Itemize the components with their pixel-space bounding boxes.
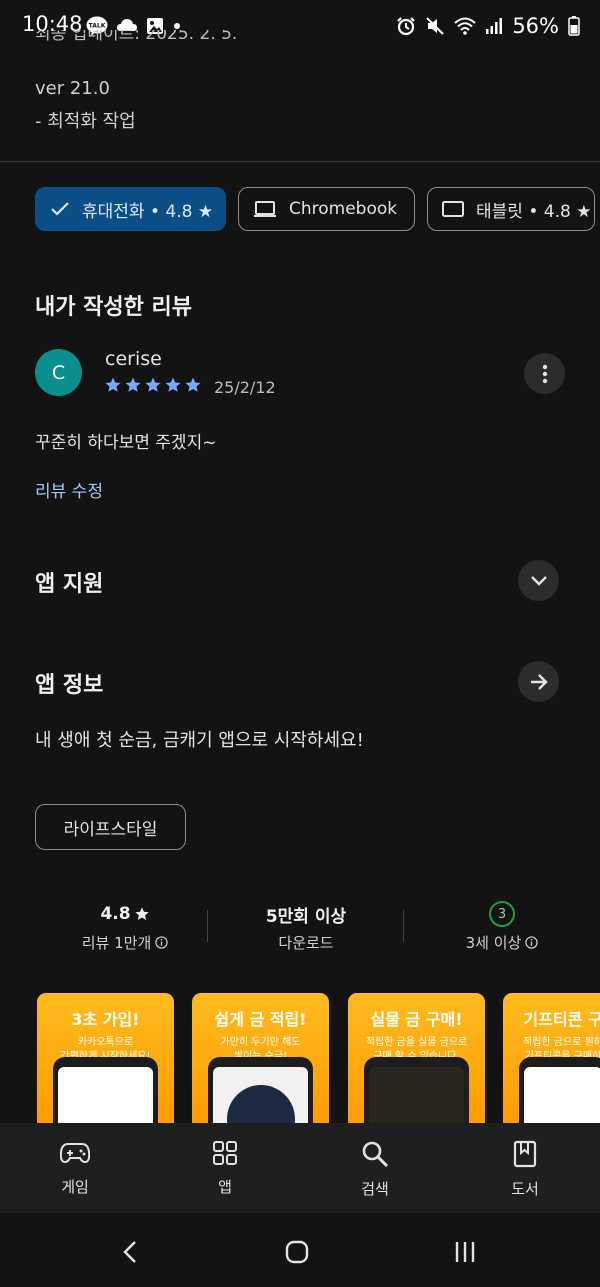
app-info-arrow-button[interactable] bbox=[518, 661, 559, 702]
star-icon bbox=[185, 377, 201, 392]
star-icon bbox=[105, 377, 121, 392]
star-icon bbox=[145, 377, 161, 392]
apps-grid-icon bbox=[213, 1141, 237, 1165]
stat-divider bbox=[207, 910, 208, 942]
phone-mockup bbox=[519, 1057, 600, 1133]
nav-games[interactable]: 게임 bbox=[35, 1140, 115, 1197]
screenshot-3[interactable]: 실물 금 구매! 적립한 금을 실물 금으로구매 할 수 있습니다. bbox=[348, 993, 485, 1133]
review-text: 꾸준히 하다보면 주겠지~ bbox=[35, 433, 217, 453]
app-info-title[interactable]: 앱 정보 bbox=[35, 667, 103, 699]
nav-books[interactable]: 도서 bbox=[485, 1140, 565, 1199]
screenshot-caption: 가만히 두기만 해도 bbox=[220, 1037, 301, 1048]
gamepad-icon bbox=[59, 1143, 91, 1164]
battery-icon bbox=[568, 16, 580, 36]
chip-chromebook-label: Chromebook bbox=[289, 199, 398, 219]
last-updated-line: 최종 업데이트: 2025. 2. 5. bbox=[35, 30, 237, 46]
system-navigation-bar bbox=[0, 1213, 600, 1287]
screenshot-1[interactable]: 3초 가입! 카카오톡으로간편하게 시작하세요! bbox=[37, 993, 174, 1133]
category-tag-lifestyle[interactable]: 라이프스타일 bbox=[35, 804, 186, 850]
app-support-expand-button[interactable] bbox=[518, 560, 559, 601]
screenshot-title: 3초 가입! bbox=[71, 1010, 140, 1029]
screenshot-2[interactable]: 쉽게 금 적립! 가만히 두기만 해도쌓이는 순금! bbox=[192, 993, 329, 1133]
review-stars bbox=[104, 376, 202, 394]
search-icon bbox=[362, 1141, 389, 1168]
app-support-title[interactable]: 앱 지원 bbox=[35, 566, 103, 598]
review-more-button[interactable] bbox=[524, 353, 565, 394]
screenshot-title: 실물 금 구매! bbox=[370, 1010, 463, 1029]
avatar: C bbox=[35, 349, 82, 396]
version-text: ver 21.0 bbox=[35, 78, 110, 99]
stat-rating[interactable]: 4.8 리뷰 1만개 bbox=[45, 900, 205, 953]
nav-search-label: 검색 bbox=[361, 1180, 389, 1198]
edit-review-link[interactable]: 리뷰 수정 bbox=[35, 477, 103, 502]
mute-icon bbox=[426, 17, 445, 35]
nav-books-label: 도서 bbox=[511, 1180, 539, 1198]
last-updated-text: 최종 업데이트: 2025. 2. 5. bbox=[35, 30, 238, 44]
wifi-icon bbox=[454, 17, 476, 35]
home-icon[interactable] bbox=[285, 1240, 309, 1264]
review-username: cerise bbox=[105, 348, 162, 370]
review-date: 25/2/12 bbox=[214, 378, 276, 397]
rating-label: 리뷰 1만개 bbox=[81, 934, 152, 952]
screenshot-title: 쉽게 금 적립! bbox=[214, 1010, 307, 1029]
screenshot-caption: 카카오톡으로 bbox=[77, 1037, 134, 1048]
chip-chromebook[interactable]: Chromebook bbox=[238, 187, 415, 231]
downloads-value: 5만회 이상 bbox=[265, 906, 347, 927]
age-rating-badge: 3 bbox=[489, 901, 515, 927]
nav-search[interactable]: 검색 bbox=[335, 1140, 415, 1199]
downloads-label: 다운로드 bbox=[278, 934, 334, 952]
tablet-icon bbox=[442, 200, 464, 218]
info-icon bbox=[155, 936, 168, 949]
update-note: - 최적화 작업 bbox=[35, 111, 136, 132]
section-divider bbox=[0, 161, 600, 162]
my-review-title: 내가 작성한 리뷰 bbox=[35, 295, 192, 320]
alarm-icon bbox=[397, 17, 416, 36]
rating-value: 4.8 bbox=[100, 904, 131, 924]
screenshot-title: 기프티콘 구 bbox=[523, 1010, 600, 1029]
app-description: 내 생애 첫 순금, 금캐기 앱으로 시작하세요! bbox=[35, 730, 364, 751]
chip-tablet[interactable]: 태블릿 • 4.8 ★ bbox=[427, 187, 595, 231]
signal-icon bbox=[486, 18, 503, 34]
phone-mockup bbox=[53, 1057, 158, 1133]
book-icon bbox=[513, 1140, 537, 1168]
chip-phone[interactable]: 휴대전화 • 4.8 ★ bbox=[35, 187, 226, 231]
stat-divider bbox=[403, 910, 404, 942]
battery-percent: 56% bbox=[512, 14, 559, 38]
arrow-right-icon bbox=[530, 673, 548, 690]
laptop-icon bbox=[253, 200, 277, 218]
star-icon bbox=[165, 377, 181, 392]
chip-tablet-label: 태블릿 • 4.8 ★ bbox=[476, 201, 592, 222]
chip-phone-label: 휴대전화 • 4.8 ★ bbox=[82, 201, 214, 222]
talk-icon-text: TALK bbox=[89, 23, 106, 30]
check-icon bbox=[50, 201, 70, 217]
back-icon[interactable] bbox=[121, 1240, 139, 1264]
info-icon bbox=[525, 936, 539, 949]
nav-apps-label: 앱 bbox=[218, 1178, 232, 1196]
nav-apps[interactable]: 앱 bbox=[185, 1140, 265, 1197]
screenshot-caption: 적립한 금을 실물 금으로 bbox=[365, 1037, 468, 1048]
screenshot-caption: 적립한 금으로 원하 bbox=[523, 1037, 600, 1048]
age-rating-label: 3세 이상 bbox=[465, 934, 522, 952]
star-icon bbox=[134, 907, 149, 920]
recents-icon[interactable] bbox=[453, 1240, 477, 1264]
system-icons: 56% bbox=[396, 14, 580, 38]
stat-downloads: 5만회 이상 다운로드 bbox=[226, 900, 386, 953]
chevron-down-icon bbox=[530, 575, 547, 586]
phone-mockup bbox=[208, 1057, 313, 1133]
phone-mockup bbox=[364, 1057, 469, 1133]
nav-games-label: 게임 bbox=[61, 1178, 89, 1196]
screenshot-4[interactable]: 기프티콘 구 적립한 금으로 원하기프티콘을 구매하 bbox=[503, 993, 600, 1133]
stat-age-rating[interactable]: 3 3세 이상 bbox=[422, 900, 582, 953]
star-icon bbox=[125, 377, 141, 392]
more-vert-icon bbox=[542, 364, 547, 383]
